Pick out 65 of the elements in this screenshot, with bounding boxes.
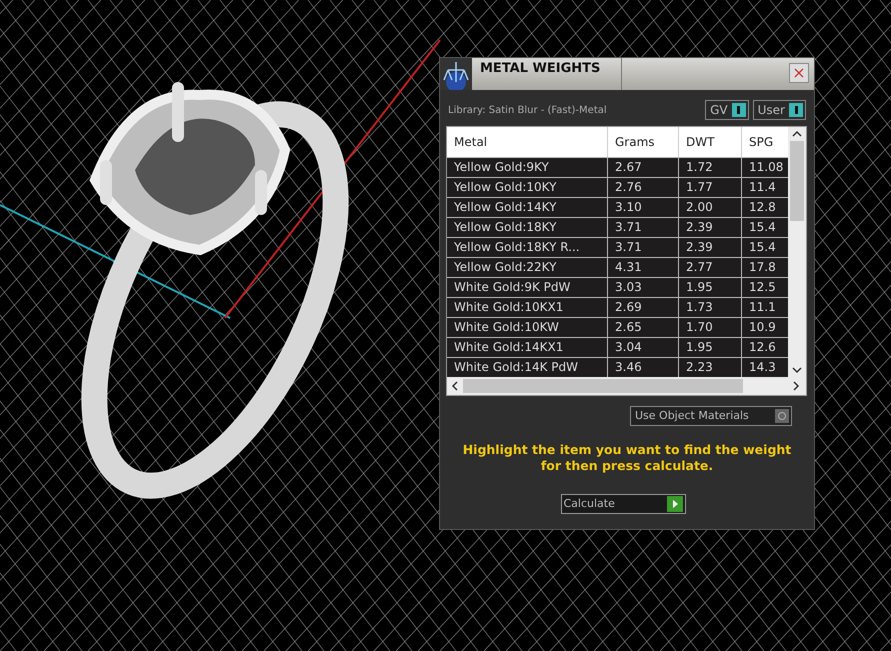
- table-cell[interactable]: 1.77: [679, 178, 742, 197]
- window-title: METAL WEIGHTS: [472, 58, 622, 90]
- radio-icon: [775, 409, 789, 423]
- table-cell[interactable]: White Gold:14K PdW: [447, 358, 608, 377]
- table-cell[interactable]: 2.39: [679, 238, 742, 257]
- table-cell[interactable]: 11.08: [742, 158, 788, 177]
- table-cell[interactable]: White Gold:10KW: [447, 318, 608, 337]
- table-cell[interactable]: 2.23: [679, 358, 742, 377]
- table-cell[interactable]: 3.71: [608, 238, 679, 257]
- column-header[interactable]: Metal: [447, 127, 608, 157]
- table-cell[interactable]: 15.4: [742, 238, 788, 257]
- toggle-button[interactable]: GV: [705, 100, 749, 120]
- table-cell[interactable]: 3.71: [608, 218, 679, 237]
- table-cell[interactable]: 1.95: [679, 278, 742, 297]
- switch-icon: [732, 103, 746, 117]
- table-cell[interactable]: 11.1: [742, 298, 788, 317]
- table-cell[interactable]: 2.69: [608, 298, 679, 317]
- table-cell[interactable]: 15.4: [742, 218, 788, 237]
- table-cell[interactable]: Yellow Gold:18KY R...: [447, 238, 608, 257]
- library-label: Library: Satin Blur - (Fast)-Metal: [448, 104, 607, 118]
- table-cell[interactable]: Yellow Gold:22KY: [447, 258, 608, 277]
- toggle-button[interactable]: User: [752, 100, 806, 120]
- table-cell[interactable]: Yellow Gold:10KY: [447, 178, 608, 197]
- instruction-text: Highlight the item you want to find the weight for then press calculate.: [462, 442, 792, 474]
- table-cell[interactable]: 1.72: [679, 158, 742, 177]
- table-cell[interactable]: 1.73: [679, 298, 742, 317]
- table-cell[interactable]: 3.04: [608, 338, 679, 357]
- table-cell[interactable]: 2.77: [679, 258, 742, 277]
- switch-icon: [789, 103, 803, 117]
- table-cell[interactable]: 1.95: [679, 338, 742, 357]
- table-cell[interactable]: 14.3: [742, 358, 788, 377]
- table-cell[interactable]: 12.5: [742, 278, 788, 297]
- table-cell[interactable]: 2.00: [679, 198, 742, 217]
- table-cell[interactable]: White Gold:10KX1: [447, 298, 608, 317]
- table-cell[interactable]: Yellow Gold:14KY: [447, 198, 608, 217]
- table-cell[interactable]: 17.8: [742, 258, 788, 277]
- table-cell[interactable]: 2.76: [608, 178, 679, 197]
- table-cell[interactable]: 2.39: [679, 218, 742, 237]
- chevron-up-icon[interactable]: [792, 130, 802, 138]
- column-header[interactable]: Grams: [608, 127, 679, 157]
- table-cell[interactable]: 2.67: [608, 158, 679, 177]
- calculate-button[interactable]: Calculate: [560, 494, 686, 514]
- table-cell[interactable]: Yellow Gold:9KY: [447, 158, 608, 177]
- table-cell[interactable]: 3.10: [608, 198, 679, 217]
- table-cell[interactable]: Yellow Gold:18KY: [447, 218, 608, 237]
- horizontal-scrollbar[interactable]: [447, 377, 806, 395]
- table-cell[interactable]: 11.4: [742, 178, 788, 197]
- play-icon: [666, 496, 682, 512]
- table-cell[interactable]: 4.31: [608, 258, 679, 277]
- table-cell[interactable]: 12.6: [742, 338, 788, 357]
- column-header[interactable]: DWT: [679, 127, 742, 157]
- chevron-left-icon[interactable]: [451, 381, 459, 391]
- table-cell[interactable]: White Gold:9K PdW: [447, 278, 608, 297]
- chevron-down-icon[interactable]: [792, 366, 802, 374]
- use-object-materials-toggle[interactable]: Use Object Materials: [630, 406, 792, 426]
- chevron-right-icon[interactable]: [792, 381, 800, 391]
- vertical-scrollbar[interactable]: [788, 127, 806, 377]
- table-cell[interactable]: 2.65: [608, 318, 679, 337]
- table-cell[interactable]: 10.9: [742, 318, 788, 337]
- table-cell[interactable]: 3.46: [608, 358, 679, 377]
- table-cell[interactable]: 3.03: [608, 278, 679, 297]
- table-cell[interactable]: White Gold:14KX1: [447, 338, 608, 357]
- close-button[interactable]: ×: [789, 63, 809, 83]
- table-cell[interactable]: 12.8: [742, 198, 788, 217]
- table-cell[interactable]: 1.70: [679, 318, 742, 337]
